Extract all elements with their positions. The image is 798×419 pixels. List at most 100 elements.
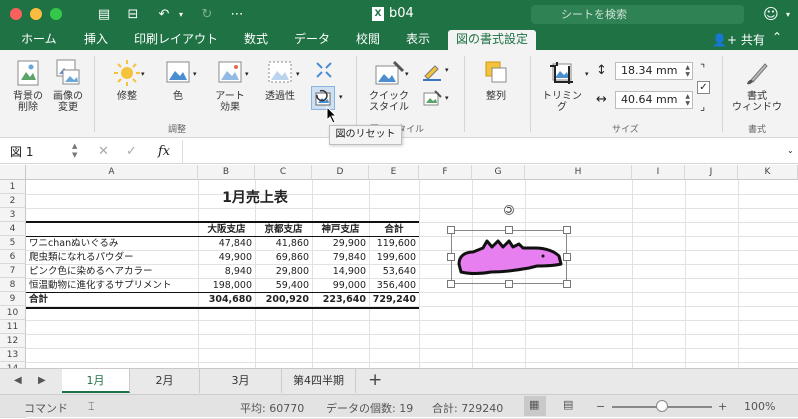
row-header[interactable]: 3 (0, 208, 26, 222)
rotate-handle-icon[interactable] (503, 204, 515, 216)
row-header[interactable]: 6 (0, 250, 26, 264)
tab-picture-format[interactable]: 図の書式設定 (448, 30, 537, 50)
insert-function-icon[interactable]: fx (158, 144, 170, 159)
customize-toolbar-icon[interactable]: ⋯ (228, 5, 246, 23)
product-name-cell[interactable]: 恒温動物に進化するサプリメント (29, 279, 198, 293)
column-header-j[interactable]: J (685, 165, 738, 180)
sales-value-cell[interactable]: 198,000 (198, 279, 255, 293)
sales-value-cell[interactable]: 47,840 (198, 237, 255, 251)
page-layout-view-icon[interactable]: ▤ (563, 398, 573, 411)
sales-value-cell[interactable]: 223,640 (312, 293, 369, 307)
header-kobe[interactable]: 神戸支店 (312, 223, 369, 237)
sidebar-icon[interactable]: ▤ (95, 5, 113, 23)
product-name-cell[interactable]: 爬虫類になれるパウダー (29, 251, 198, 265)
product-name-cell[interactable]: ピンク色に染めるヘアカラー (29, 265, 198, 279)
tab-view[interactable]: 表示 (406, 30, 430, 50)
arrange-button[interactable]: 整列 (476, 58, 516, 102)
sales-value-cell[interactable]: 304,680 (198, 293, 255, 307)
row-header[interactable]: 1 (0, 180, 26, 194)
row-header[interactable]: 2 (0, 194, 26, 208)
height-input[interactable]: 18.34 mm ▲ ▼ (615, 62, 693, 80)
close-window-button[interactable] (10, 8, 22, 20)
resize-handle[interactable] (447, 253, 455, 261)
sales-value-cell[interactable]: 8,940 (198, 265, 255, 279)
column-header-e[interactable]: E (369, 165, 419, 180)
zoom-level[interactable]: 100% (744, 400, 775, 413)
zoom-slider-thumb[interactable] (656, 400, 668, 412)
save-icon[interactable]: ⊟ (124, 5, 142, 23)
sales-value-cell[interactable]: 99,000 (312, 279, 369, 293)
compress-pictures-icon[interactable] (314, 60, 334, 83)
zoom-window-button[interactable] (50, 8, 62, 20)
expand-formula-icon[interactable]: ⌄ (787, 146, 794, 155)
sales-value-cell[interactable]: 729,240 (369, 293, 419, 307)
header-total[interactable]: 合計 (369, 223, 419, 237)
width-stepper-icon[interactable]: ▲ ▼ (685, 93, 690, 107)
minimize-window-button[interactable] (30, 8, 42, 20)
change-picture-button[interactable]: 画像の 変更 (48, 58, 88, 113)
cancel-icon[interactable]: ✕ (98, 144, 109, 159)
height-stepper-icon[interactable]: ▲ ▼ (685, 64, 690, 78)
redo-icon[interactable]: ↻ (198, 5, 216, 23)
column-header-b[interactable]: B (198, 165, 255, 180)
format-pane-button[interactable]: 書式 ウィンドウ (730, 58, 784, 113)
quick-styles-dropdown-icon[interactable]: ▾ (405, 70, 409, 78)
row-header[interactable]: 12 (0, 334, 26, 348)
color-button[interactable]: 色 (158, 58, 198, 102)
product-name-cell[interactable]: ワニchanぬいぐるみ (29, 237, 198, 251)
undo-icon[interactable]: ↶ (155, 5, 173, 23)
remove-background-button[interactable]: 背景の 削除 (8, 58, 48, 113)
sheet-tab-feb[interactable]: 2月 (130, 369, 200, 393)
resize-handle[interactable] (563, 226, 571, 234)
tab-review[interactable]: 校閲 (356, 30, 380, 50)
tab-page-layout[interactable]: 印刷レイアウト (134, 30, 218, 50)
next-sheet-icon[interactable]: ▶ (38, 375, 46, 386)
picture-border-dropdown-icon[interactable]: ▾ (445, 66, 449, 74)
column-header-f[interactable]: F (419, 165, 472, 180)
select-all-button[interactable] (0, 165, 26, 180)
sales-value-cell[interactable]: 41,860 (255, 237, 312, 251)
lock-aspect-checkbox[interactable]: ✓ (697, 81, 710, 94)
picture-border-icon[interactable] (421, 60, 443, 85)
row-header[interactable]: 7 (0, 264, 26, 278)
artistic-effects-button[interactable]: アート 効果 (208, 58, 252, 113)
column-header-h[interactable]: H (525, 165, 632, 180)
column-header-g[interactable]: G (472, 165, 525, 180)
transparency-dropdown-icon[interactable]: ▾ (296, 70, 300, 78)
resize-handle[interactable] (563, 280, 571, 288)
resize-handle[interactable] (563, 253, 571, 261)
sales-value-cell[interactable]: 53,640 (369, 265, 419, 279)
product-name-cell[interactable]: 合計 (29, 293, 198, 307)
reset-dropdown-icon[interactable]: ▾ (339, 93, 343, 101)
add-sheet-button[interactable]: + (368, 370, 382, 390)
transparency-button[interactable]: 透過性 (258, 58, 302, 102)
smiley-feedback-icon[interactable]: ☺ (762, 5, 780, 23)
previous-sheet-icon[interactable]: ◀ (14, 375, 22, 386)
row-header[interactable]: 10 (0, 306, 26, 320)
sales-value-cell[interactable]: 59,400 (255, 279, 312, 293)
sales-value-cell[interactable]: 79,840 (312, 251, 369, 265)
column-header-c[interactable]: C (255, 165, 312, 180)
tab-formulas[interactable]: 数式 (244, 30, 268, 50)
row-header[interactable]: 9 (0, 292, 26, 306)
artistic-dropdown-icon[interactable]: ▾ (245, 70, 249, 78)
formula-input[interactable] (186, 143, 784, 161)
sales-value-cell[interactable]: 49,900 (198, 251, 255, 265)
column-header-k[interactable]: K (738, 165, 798, 180)
sales-value-cell[interactable]: 14,900 (312, 265, 369, 279)
picture-effects-icon[interactable] (421, 88, 443, 113)
resize-handle[interactable] (505, 280, 513, 288)
enter-icon[interactable]: ✓ (126, 144, 137, 159)
column-header-d[interactable]: D (312, 165, 369, 180)
tab-home[interactable]: ホーム (21, 30, 57, 50)
quick-styles-button[interactable]: クイック スタイル (364, 58, 414, 113)
row-header[interactable]: 8 (0, 278, 26, 292)
sales-value-cell[interactable]: 200,920 (255, 293, 312, 307)
collapse-ribbon-icon[interactable]: ⌃ (772, 30, 782, 44)
picture-effects-dropdown-icon[interactable]: ▾ (445, 94, 449, 102)
crocodile-picture[interactable] (455, 236, 565, 280)
zoom-in-icon[interactable]: + (718, 400, 727, 413)
sheet-title[interactable]: 1月売上表 (198, 188, 312, 208)
sales-value-cell[interactable]: 29,800 (255, 265, 312, 279)
header-kyoto[interactable]: 京都支店 (255, 223, 312, 237)
